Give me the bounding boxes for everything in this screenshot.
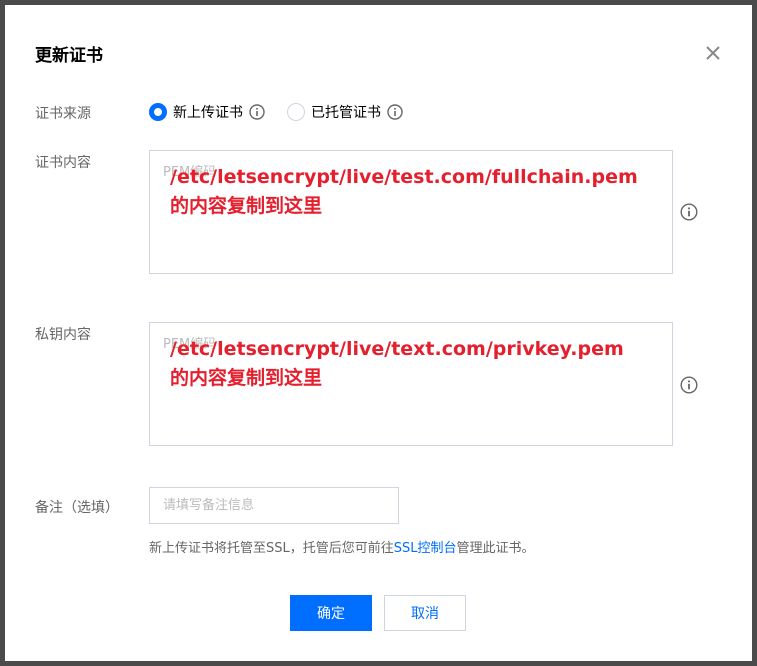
remark-label: 备注（选填）: [35, 500, 119, 516]
radio-hosted-label: 已托管证书: [311, 105, 381, 121]
private-key-annotation-line1: /etc/letsencrypt/live/text.com/privkey.p…: [170, 338, 624, 360]
private-key-label: 私钥内容: [35, 327, 91, 343]
cert-content-annotation: /etc/letsencrypt/live/test.com/fullchain…: [170, 163, 638, 221]
info-icon[interactable]: [249, 104, 265, 120]
upload-hint: 新上传证书将托管至SSL，托管后您可前往SSL控制台管理此证书。: [149, 537, 535, 556]
confirm-button[interactable]: 确定: [290, 595, 372, 631]
cert-content-label: 证书内容: [35, 155, 91, 171]
cancel-button[interactable]: 取消: [384, 595, 466, 631]
private-key-textarea[interactable]: PEM编码 /etc/letsencrypt/live/text.com/pri…: [149, 322, 673, 446]
radio-hosted[interactable]: 已托管证书: [287, 102, 403, 122]
private-key-info-icon[interactable]: [680, 376, 698, 394]
cert-source-label: 证书来源: [35, 106, 91, 122]
dialog-title: 更新证书: [35, 46, 103, 66]
cert-content-annotation-line2: 的内容复制到这里: [170, 195, 323, 217]
private-key-annotation-line2: 的内容复制到这里: [170, 367, 323, 389]
radio-new-upload[interactable]: 新上传证书: [149, 102, 265, 122]
hint-text-before: 新上传证书将托管至SSL，托管后您可前往: [149, 541, 394, 556]
radio-unchecked-icon: [287, 103, 305, 121]
remark-placeholder: 请填写备注信息: [163, 498, 255, 513]
radio-new-upload-label: 新上传证书: [173, 105, 243, 121]
cert-content-textarea[interactable]: PEM编码 /etc/letsencrypt/live/test.com/ful…: [149, 150, 673, 274]
private-key-annotation: /etc/letsencrypt/live/text.com/privkey.p…: [170, 335, 624, 393]
cert-content-annotation-line1: /etc/letsencrypt/live/test.com/fullchain…: [170, 166, 638, 188]
ssl-console-link[interactable]: SSL控制台: [394, 541, 457, 556]
close-icon[interactable]: [703, 43, 723, 63]
radio-checked-icon: [149, 103, 167, 121]
hint-text-after: 管理此证书。: [456, 541, 535, 556]
cert-source-radio-group: 新上传证书 已托管证书: [149, 102, 425, 122]
info-icon[interactable]: [387, 104, 403, 120]
cert-content-info-icon[interactable]: [680, 203, 698, 221]
remark-input[interactable]: 请填写备注信息: [149, 487, 399, 524]
update-certificate-dialog: 更新证书 证书来源 新上传证书 已托管证书 证书内容 PEM编码 /etc/le…: [5, 5, 752, 661]
